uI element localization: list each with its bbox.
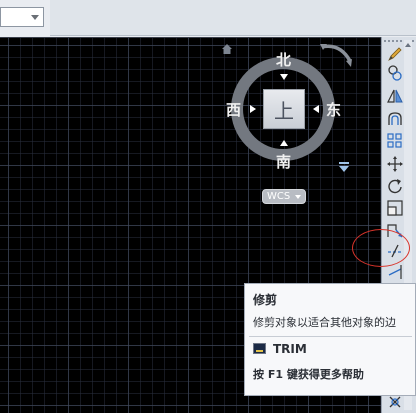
command-line-icon xyxy=(253,343,266,354)
trim-tooltip: 修剪 修剪对象以适合其他对象的边 TRIM 按 F1 键获得更多帮助 xyxy=(244,283,416,396)
viewcube-top-face[interactable]: 上 xyxy=(263,89,305,129)
canvas-border xyxy=(0,37,381,38)
tool-button-copy[interactable] xyxy=(384,63,406,82)
highlight-circle xyxy=(352,229,410,267)
tool-button-rotate[interactable] xyxy=(384,176,406,195)
arrow-down-icon[interactable] xyxy=(280,140,288,146)
chevron-down-icon xyxy=(31,15,39,20)
tool-button-pencil[interactable] xyxy=(384,44,406,63)
move-icon xyxy=(387,155,403,172)
compass-west[interactable]: 西 xyxy=(226,102,241,118)
arrow-left-icon[interactable] xyxy=(313,105,319,113)
layer-dropdown[interactable] xyxy=(0,7,44,27)
wcs-label: WCS xyxy=(267,191,291,202)
viewcube-menu-icon[interactable] xyxy=(338,162,350,172)
tooltip-divider xyxy=(249,336,412,337)
ribbon-panel-area xyxy=(50,0,416,36)
compass-east[interactable]: 东 xyxy=(326,102,341,118)
home-icon[interactable] xyxy=(221,43,233,55)
scale-icon xyxy=(387,199,403,216)
arrow-up-icon[interactable] xyxy=(280,74,288,80)
compass-south[interactable]: 南 xyxy=(276,154,291,170)
tooltip-description: 修剪对象以适合其他对象的边 xyxy=(253,316,396,329)
rotate-view-icon[interactable] xyxy=(318,41,354,77)
pencil-icon xyxy=(388,46,402,61)
top-panel xyxy=(0,0,416,37)
chevron-down-icon xyxy=(295,195,301,199)
mirror-icon xyxy=(387,89,403,103)
tool-button-offset[interactable] xyxy=(384,109,406,128)
copy-object-icon xyxy=(388,64,402,81)
tool-button-array[interactable] xyxy=(384,131,406,150)
offset-icon xyxy=(388,111,402,125)
tool-button-move[interactable] xyxy=(384,154,406,173)
tool-button-scale[interactable] xyxy=(384,198,406,217)
tooltip-command: TRIM xyxy=(273,342,307,356)
compass-north[interactable]: 北 xyxy=(276,52,291,68)
arrow-right-icon[interactable] xyxy=(250,105,256,113)
wcs-menu-button[interactable]: WCS xyxy=(262,189,306,204)
rotate-icon xyxy=(388,178,402,193)
tooltip-help: 按 F1 键获得更多帮助 xyxy=(253,368,364,381)
tool-button-mirror[interactable] xyxy=(384,86,406,105)
array-icon xyxy=(387,132,402,148)
tooltip-title: 修剪 xyxy=(253,293,278,307)
